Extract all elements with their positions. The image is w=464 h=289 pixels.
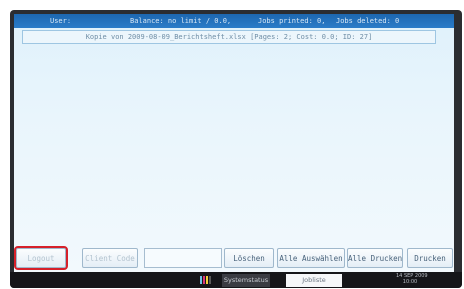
- device-taskbar: Systemstatus Jobliste 14 SEP 2009 10:00: [10, 272, 462, 288]
- print-all-button[interactable]: Alle Drucken: [347, 248, 403, 268]
- select-all-button[interactable]: Alle Auswählen: [277, 248, 345, 268]
- system-status-button[interactable]: Systemstatus: [222, 274, 270, 287]
- logout-button[interactable]: Logout: [14, 246, 68, 270]
- delete-button[interactable]: Löschen: [224, 248, 274, 268]
- print-release-panel: User: Balance: no limit / 0.0, Jobs prin…: [14, 14, 454, 272]
- action-button-bar: Logout Client Code Löschen Alle Auswähle…: [14, 246, 454, 272]
- empty-button-slot: [144, 248, 222, 268]
- balance-text: Balance: no limit / 0.0,: [130, 17, 232, 25]
- print-button[interactable]: Drucken: [407, 248, 453, 268]
- account-status-bar: User: Balance: no limit / 0.0, Jobs prin…: [14, 14, 454, 28]
- time-text: 10:00: [402, 279, 418, 285]
- toner-status-icon: [200, 276, 214, 284]
- job-list-item[interactable]: Kopie von 2009-08-09_Berichtsheft.xlsx […: [22, 30, 436, 44]
- client-code-button[interactable]: Client Code: [82, 248, 138, 268]
- user-label: User:: [50, 17, 72, 25]
- jobs-printed-text: Jobs printed: 0,: [258, 17, 326, 25]
- jobs-deleted-text: Jobs deleted: 0: [336, 17, 400, 25]
- date-time-display: 14 SEP 2009 10:00: [396, 273, 428, 285]
- device-screen: User: Balance: no limit / 0.0, Jobs prin…: [10, 10, 462, 288]
- job-list-button[interactable]: Jobliste: [286, 274, 342, 287]
